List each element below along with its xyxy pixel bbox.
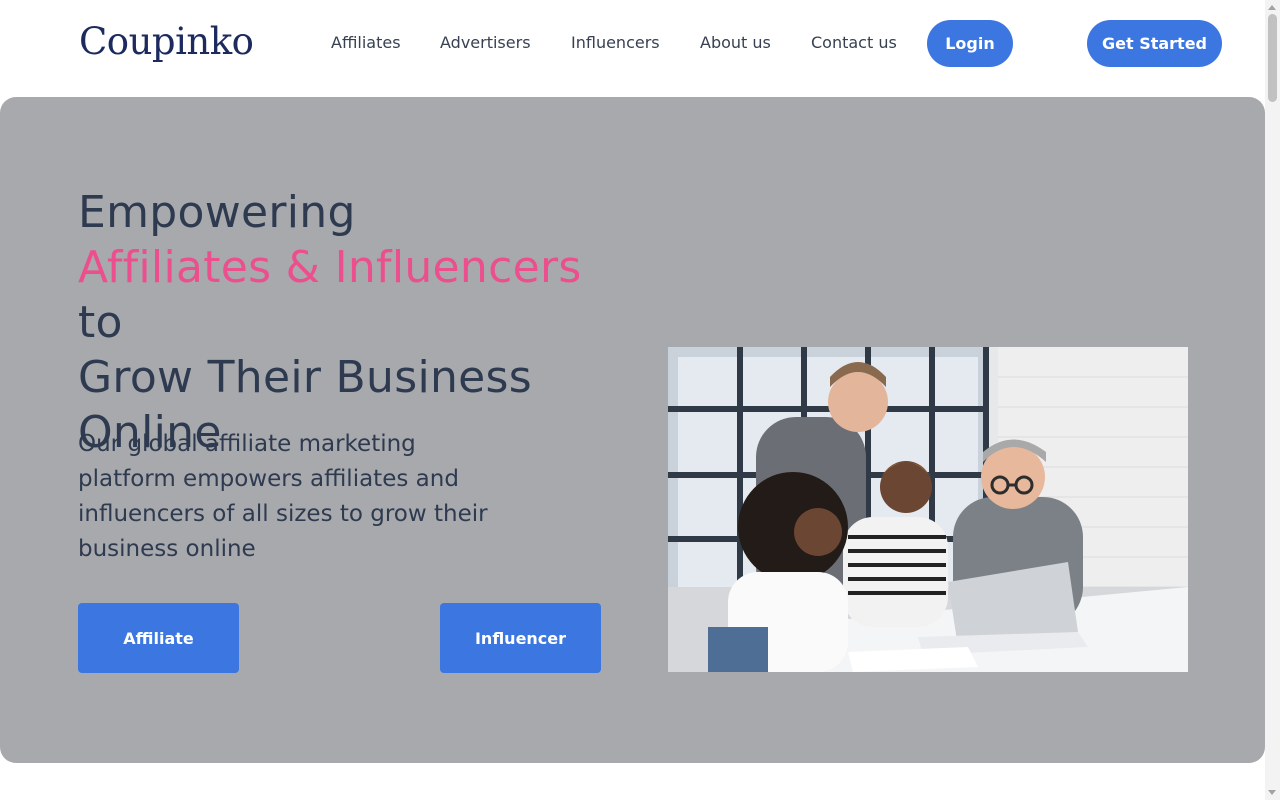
site-header: Coupinko Affiliates Advertisers Influenc…	[0, 0, 1265, 97]
get-started-button[interactable]: Get Started	[1087, 20, 1222, 67]
scroll-up-icon[interactable]	[1268, 5, 1276, 10]
scroll-thumb[interactable]	[1268, 14, 1277, 102]
team-working-at-laptop-photo	[668, 347, 1188, 672]
hero-title-accent: Affiliates & Influencers	[78, 242, 582, 293]
scroll-down-icon[interactable]	[1268, 790, 1276, 795]
nav-link-about-us[interactable]: About us	[700, 33, 771, 53]
logo[interactable]: Coupinko	[79, 18, 254, 66]
hero-title-line3: Grow Their Business	[78, 352, 532, 403]
nav-link-advertisers[interactable]: Advertisers	[440, 33, 531, 53]
login-button[interactable]: Login	[927, 20, 1013, 67]
nav-link-affiliates[interactable]: Affiliates	[331, 33, 401, 53]
hero-title-line1: Empowering	[78, 187, 356, 238]
nav-link-contact-us[interactable]: Contact us	[811, 33, 897, 53]
hero-section: Empowering Affiliates & Influencers to G…	[0, 97, 1265, 763]
hero-title-connector: to	[78, 297, 123, 348]
affiliate-button[interactable]: Affiliate	[78, 603, 239, 673]
nav-link-influencers[interactable]: Influencers	[571, 33, 660, 53]
influencer-button[interactable]: Influencer	[440, 603, 601, 673]
hero-title: Empowering Affiliates & Influencers to G…	[78, 185, 638, 460]
hero-description: Our global affiliate marketing platform …	[78, 431, 488, 562]
page-scrollbar[interactable]	[1265, 0, 1280, 800]
